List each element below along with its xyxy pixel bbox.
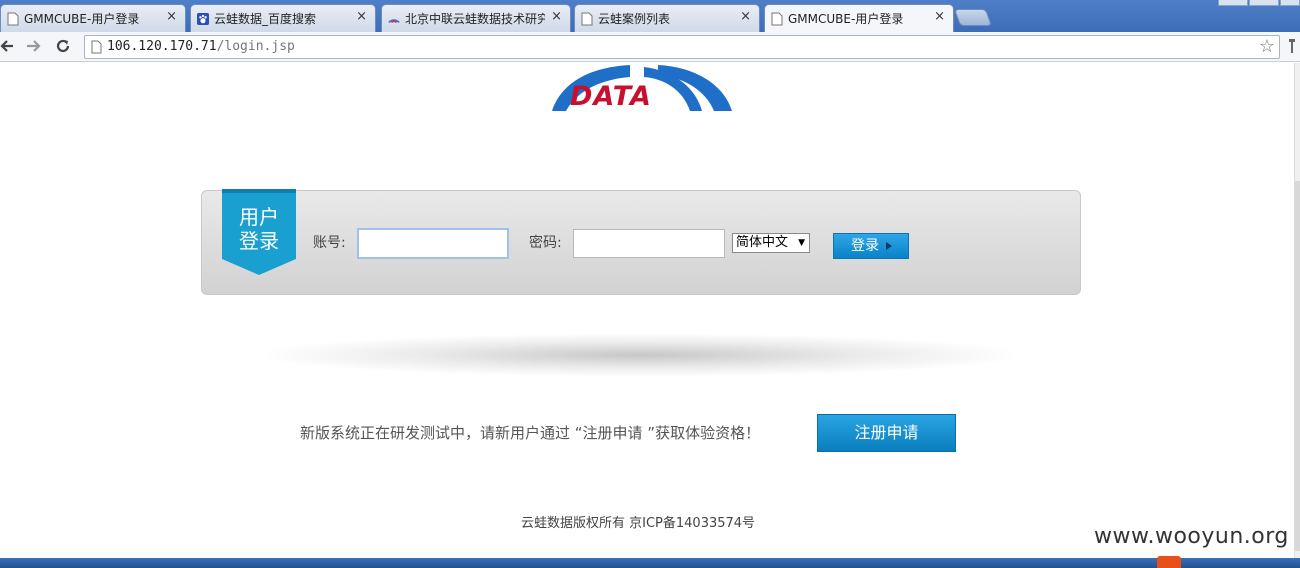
ribbon-title: 用户 登录	[222, 205, 296, 253]
page-content: DATA 用户 登录 账号: 密码: 简体中文 ▼ 登录 新版系统正在研发测试中…	[0, 63, 1296, 558]
account-label: 账号:	[313, 235, 346, 251]
tab-title: 云蛙数据_百度搜索	[214, 12, 317, 26]
page-icon	[771, 12, 783, 26]
url-text: 106.120.170.71/login.jsp	[107, 39, 295, 54]
scrollbar-thumb[interactable]	[1295, 181, 1300, 551]
tray-app-icon[interactable]	[1157, 556, 1181, 568]
close-icon[interactable]: ×	[934, 9, 945, 24]
tab-strip: GMMCUBE-用户登录 × 云蛙数据_百度搜索 × 北京中联云蛙数据技术研究 …	[0, 0, 1300, 33]
password-label: 密码:	[529, 235, 562, 251]
tab-case-list[interactable]: 云蛙案例列表 ×	[574, 4, 760, 32]
tab-title: GMMCUBE-用户登录	[788, 12, 904, 26]
language-select[interactable]: 简体中文 ▼	[732, 233, 810, 253]
url-path: /login.jsp	[216, 39, 295, 54]
close-icon[interactable]: ×	[551, 9, 562, 24]
window-close-button[interactable]	[1280, 0, 1300, 6]
browser-toolbar: 106.120.170.71/login.jsp ☆	[0, 32, 1300, 62]
page-icon	[91, 40, 102, 54]
os-taskbar	[0, 558, 1300, 568]
arrow-right-icon	[886, 242, 892, 250]
logo-text: DATA	[570, 81, 652, 112]
close-icon[interactable]: ×	[740, 9, 751, 24]
page-icon	[7, 12, 19, 26]
tab-title: GMMCUBE-用户登录	[24, 12, 140, 26]
panel-shadow	[250, 333, 1030, 377]
reload-icon[interactable]	[55, 38, 71, 54]
back-arrow-icon[interactable]	[0, 39, 14, 53]
wifi-logo-icon	[388, 19, 400, 24]
account-field[interactable]	[357, 228, 509, 259]
login-button-label: 登录	[851, 238, 879, 254]
tab-title: 云蛙案例列表	[598, 12, 671, 26]
close-icon[interactable]: ×	[356, 9, 367, 24]
language-selected: 简体中文	[736, 235, 789, 250]
footer-copyright: 云蛙数据版权所有 京ICP备14033574号	[521, 516, 756, 531]
tab-gmmcube-login-active[interactable]: GMMCUBE-用户登录 ×	[764, 4, 954, 33]
registration-notice: 新版系统正在研发测试中，请新用户通过 “注册申请 ”获取体验资格！	[300, 424, 761, 442]
account-input[interactable]	[359, 230, 507, 257]
password-input[interactable]	[574, 230, 724, 257]
logo: DATA	[548, 63, 738, 113]
watermark: www.wooyun.org	[1094, 524, 1289, 549]
login-panel: 用户 登录 账号: 密码: 简体中文 ▼ 登录	[201, 189, 1081, 295]
forward-arrow-icon[interactable]	[26, 39, 42, 53]
new-tab-button[interactable]	[953, 9, 993, 26]
register-button[interactable]: 注册申请	[817, 414, 956, 452]
dropdown-arrow-icon: ▼	[798, 238, 805, 248]
url-host: 106.120.170.71	[107, 39, 217, 54]
maximize-button[interactable]	[1249, 0, 1279, 6]
tab-gmmcube-login-1[interactable]: GMMCUBE-用户登录 ×	[0, 4, 186, 32]
bookmark-star-icon[interactable]: ☆	[1259, 36, 1275, 57]
wrench-menu-icon[interactable]	[1286, 38, 1298, 54]
baidu-paw-icon	[197, 13, 209, 25]
page-scrollbar[interactable]	[1294, 63, 1300, 558]
password-field[interactable]	[573, 229, 725, 258]
ribbon-line1: 用户	[239, 205, 279, 229]
tab-title: 北京中联云蛙数据技术研究	[405, 12, 545, 26]
login-button[interactable]: 登录	[833, 233, 909, 259]
tab-baidu-search[interactable]: 云蛙数据_百度搜索 ×	[190, 4, 376, 32]
address-bar[interactable]: 106.120.170.71/login.jsp ☆	[84, 35, 1280, 59]
tab-beijing-zhonglian[interactable]: 北京中联云蛙数据技术研究 ×	[381, 4, 571, 32]
ribbon-line2: 登录	[239, 229, 279, 253]
minimize-button[interactable]	[1218, 0, 1248, 6]
close-icon[interactable]: ×	[166, 9, 177, 24]
page-icon	[581, 12, 593, 26]
